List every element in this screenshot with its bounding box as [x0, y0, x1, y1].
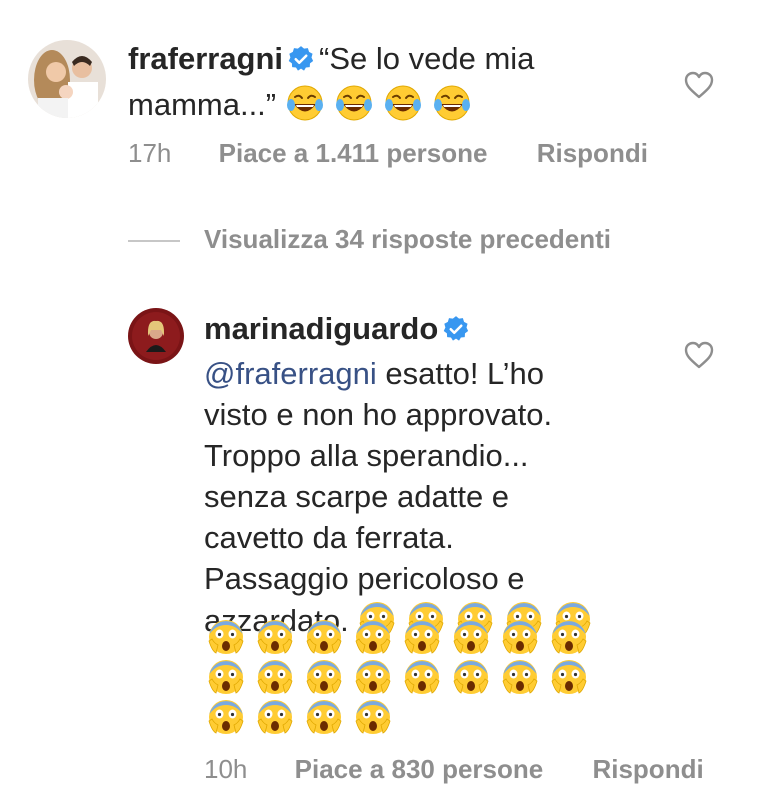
- profile-photo-icon: [28, 40, 106, 118]
- comment-line: @fraferragni esatto! L’ho: [204, 353, 674, 394]
- comment-marinadiguardo: marinadiguardo @fraferragni esatto! L’ho…: [204, 308, 674, 641]
- comment-line: cavetto da ferrata.: [204, 520, 454, 555]
- username-marinadiguardo[interactable]: marinadiguardo: [204, 311, 438, 346]
- tears-of-joy-emoji-icon: [335, 85, 372, 121]
- screaming-in-fear-emoji-icon: [208, 660, 244, 694]
- screaming-in-fear-emoji-icon: [502, 660, 538, 694]
- comment-line: marinadiguardo: [204, 308, 674, 353]
- screaming-in-fear-emoji-icon: [453, 660, 489, 694]
- screaming-in-fear-emoji-icon: [306, 620, 342, 654]
- screaming-in-fear-emoji-icon: [257, 620, 293, 654]
- emoji-row: [206, 697, 402, 741]
- screaming-in-fear-emoji-icon: [257, 700, 293, 734]
- screaming-in-fear-emoji-icon: [355, 660, 391, 694]
- screaming-in-fear-emoji-icon: [208, 700, 244, 734]
- timestamp: 10h: [204, 754, 248, 784]
- view-previous-replies-button[interactable]: Visualizza 34 risposte precedenti: [204, 224, 611, 255]
- replies-divider: [128, 240, 180, 242]
- comment-text-part: esatto! L’ho: [376, 356, 544, 391]
- likes-count[interactable]: Piace a 1.411 persone: [219, 138, 488, 168]
- comment-line: Troppo alla sperandio...: [204, 438, 529, 473]
- screaming-in-fear-emoji-icon: [355, 700, 391, 734]
- verified-badge-icon: [287, 42, 315, 83]
- emoji-group: [285, 85, 481, 122]
- comment-line: Passaggio pericoloso e: [204, 561, 525, 596]
- avatar-fraferragni[interactable]: [28, 40, 106, 118]
- verified-badge-icon: [442, 312, 470, 353]
- screaming-in-fear-emoji-icon: [257, 660, 293, 694]
- comment-text-part: “Se lo vede mia: [319, 41, 535, 76]
- comment-meta-2: 10h Piace a 830 persone Rispondi: [204, 754, 704, 785]
- reply-button[interactable]: Rispondi: [592, 754, 703, 784]
- profile-photo-icon: [128, 308, 184, 364]
- tears-of-joy-emoji-icon: [286, 85, 323, 121]
- tears-of-joy-emoji-icon: [384, 85, 421, 121]
- mention-link[interactable]: @fraferragni: [204, 356, 377, 391]
- screaming-in-fear-emoji-icon: [355, 620, 391, 654]
- avatar-marinadiguardo[interactable]: [128, 308, 184, 364]
- comment-line-2: mamma...”: [128, 83, 658, 125]
- username-fraferragni[interactable]: fraferragni: [128, 41, 283, 76]
- comment-meta-1: 17h Piace a 1.411 persone Rispondi: [128, 138, 648, 169]
- emoji-row: [206, 617, 598, 661]
- screaming-in-fear-emoji-icon: [404, 620, 440, 654]
- comment-fraferragni: fraferragni “Se lo vede mia mamma...”: [128, 38, 658, 125]
- likes-count[interactable]: Piace a 830 persone: [295, 754, 544, 784]
- like-heart-icon[interactable]: [683, 340, 715, 375]
- comment-line: senza scarpe adatte e: [204, 479, 510, 514]
- screaming-in-fear-emoji-icon: [404, 660, 440, 694]
- screaming-in-fear-emoji-icon: [502, 620, 538, 654]
- screaming-in-fear-emoji-icon: [306, 660, 342, 694]
- comment-line: visto e non ho approvato.: [204, 397, 553, 432]
- comment-line-1: fraferragni “Se lo vede mia: [128, 38, 658, 83]
- timestamp: 17h: [128, 138, 172, 168]
- like-heart-icon[interactable]: [683, 70, 715, 105]
- screaming-in-fear-emoji-icon: [551, 660, 587, 694]
- comment-text-part: mamma...”: [128, 87, 277, 122]
- screaming-in-fear-emoji-icon: [306, 700, 342, 734]
- screaming-in-fear-emoji-icon: [208, 620, 244, 654]
- emoji-row: [206, 657, 598, 701]
- screaming-in-fear-emoji-icon: [551, 620, 587, 654]
- tears-of-joy-emoji-icon: [433, 85, 470, 121]
- reply-button[interactable]: Rispondi: [537, 138, 648, 168]
- screaming-in-fear-emoji-icon: [453, 620, 489, 654]
